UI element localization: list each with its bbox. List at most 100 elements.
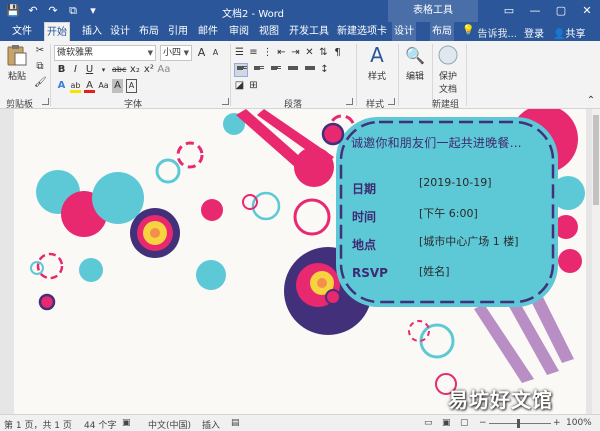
- line-spacing-icon[interactable]: ↕: [319, 63, 330, 77]
- tab-home[interactable]: 开始: [44, 22, 70, 41]
- tab-design[interactable]: 设计: [108, 22, 132, 41]
- language-indicator[interactable]: 中文(中国): [148, 418, 191, 431]
- invitation-heading[interactable]: 诚邀你和朋友们一起共进晚餐…: [351, 134, 522, 151]
- font-color-icon[interactable]: A: [84, 79, 95, 93]
- tab-table-layout[interactable]: 布局: [430, 22, 454, 41]
- vertical-scrollbar[interactable]: [592, 109, 600, 414]
- align-left-icon[interactable]: [234, 63, 248, 77]
- format-painter-icon[interactable]: 🖌: [34, 77, 47, 89]
- increase-indent-icon[interactable]: ⇥: [290, 46, 301, 60]
- tab-file[interactable]: 文件: [10, 22, 34, 41]
- insert-mode[interactable]: 插入: [202, 418, 220, 431]
- tab-review[interactable]: 审阅: [227, 22, 251, 41]
- tell-me-box[interactable]: 💡 告诉我...: [462, 25, 517, 40]
- collapse-ribbon-icon[interactable]: ⌃: [585, 95, 597, 107]
- character-border-icon[interactable]: A: [126, 79, 137, 93]
- ribbon-display-options-icon[interactable]: ▭: [496, 0, 522, 22]
- time-value[interactable]: [下午 6:00]: [419, 205, 478, 221]
- rsvp-label[interactable]: RSVP: [352, 266, 388, 280]
- copy-small-icon[interactable]: ⧉: [34, 61, 46, 73]
- tab-table-design[interactable]: 设计: [392, 22, 416, 41]
- undo-icon[interactable]: ↶: [24, 3, 42, 19]
- protect-document-button[interactable]: 保护 文档: [434, 43, 462, 95]
- redo-icon[interactable]: ↷: [44, 3, 62, 19]
- clear-format-icon[interactable]: Aa: [157, 63, 170, 77]
- document-page[interactable]: 诚邀你和朋友们一起共进晚餐… 日期 [2019-10-19] 时间 [下午 6:…: [14, 109, 586, 414]
- tab-developer[interactable]: 开发工具: [287, 22, 331, 41]
- login-link[interactable]: 登录: [524, 25, 544, 40]
- proofing-icon[interactable]: ▣: [122, 418, 131, 428]
- character-shading-icon[interactable]: A: [112, 79, 123, 93]
- location-value[interactable]: [城市中心广场 1 楼]: [419, 233, 519, 249]
- date-value[interactable]: [2019-10-19]: [419, 176, 492, 189]
- page-count[interactable]: 第 1 页，共 1 页: [4, 418, 72, 431]
- text-effects-icon[interactable]: A: [56, 79, 67, 93]
- grow-font-icon[interactable]: A: [196, 46, 207, 60]
- print-layout-icon[interactable]: ▣: [442, 418, 451, 428]
- strikethrough-icon[interactable]: abc: [112, 63, 126, 77]
- bullets-icon[interactable]: ☰: [234, 46, 245, 60]
- align-right-icon[interactable]: [268, 63, 282, 77]
- tab-mailings[interactable]: 邮件: [196, 22, 220, 41]
- styles-launcher-icon[interactable]: [388, 98, 395, 105]
- customize-qat-icon[interactable]: ▾: [84, 3, 102, 19]
- tab-references[interactable]: 引用: [166, 22, 190, 41]
- justify-icon[interactable]: [285, 63, 299, 77]
- tab-layout[interactable]: 布局: [137, 22, 161, 41]
- sort-icon[interactable]: ⇅: [318, 46, 329, 60]
- multilevel-list-icon[interactable]: ⋮: [262, 46, 273, 60]
- align-buttons-row: ↕: [234, 63, 330, 77]
- zoom-slider[interactable]: [489, 423, 551, 424]
- person-icon: 👤: [553, 29, 566, 40]
- paste-button[interactable]: 粘贴: [4, 43, 30, 82]
- highlight-icon[interactable]: ab: [70, 79, 81, 93]
- web-layout-icon[interactable]: ▢: [460, 418, 469, 428]
- read-mode-icon[interactable]: ▭: [424, 418, 433, 428]
- styles-button[interactable]: A 样式: [362, 43, 392, 82]
- zoom-in-button[interactable]: +: [553, 418, 561, 428]
- subscript-icon[interactable]: x₂: [129, 63, 140, 77]
- scrollbar-thumb[interactable]: [593, 115, 599, 205]
- bold-icon[interactable]: B: [56, 63, 67, 77]
- align-center-icon[interactable]: [251, 63, 265, 77]
- dropdown-icon[interactable]: ▾: [98, 63, 109, 77]
- font-size-select[interactable]: 小四 ▼: [160, 45, 192, 61]
- zoom-out-button[interactable]: −: [479, 418, 487, 428]
- font-name-select[interactable]: 微软雅黑 ▼: [54, 45, 156, 61]
- tab-insert[interactable]: 插入: [80, 22, 104, 41]
- maximize-icon[interactable]: ▢: [548, 0, 574, 22]
- superscript-icon[interactable]: x²: [143, 63, 154, 77]
- shrink-font-icon[interactable]: A: [210, 46, 221, 60]
- word-count[interactable]: 44 个字: [84, 418, 116, 431]
- chinese-layout-icon[interactable]: ✕: [304, 46, 315, 60]
- paragraph-shading-icon[interactable]: ◪: [234, 79, 245, 93]
- italic-icon[interactable]: I: [70, 63, 81, 77]
- time-label[interactable]: 时间: [352, 208, 376, 225]
- close-icon[interactable]: ✕: [574, 0, 600, 22]
- zoom-level[interactable]: 100%: [566, 418, 592, 428]
- share-button[interactable]: 👤共享: [553, 25, 585, 40]
- decrease-indent-icon[interactable]: ⇤: [276, 46, 287, 60]
- underline-icon[interactable]: U: [84, 63, 95, 77]
- cut-icon[interactable]: ✂: [34, 45, 46, 57]
- numbering-icon[interactable]: ≡: [248, 46, 259, 60]
- editing-button[interactable]: 🔍 编辑: [402, 43, 428, 83]
- location-label[interactable]: 地点: [352, 236, 376, 253]
- tab-new-tab[interactable]: 新建选项卡: [335, 22, 389, 41]
- copy-icon[interactable]: ⧉: [64, 3, 82, 19]
- paragraph-launcher-icon[interactable]: [346, 98, 353, 105]
- clipboard-launcher-icon[interactable]: [42, 98, 49, 105]
- show-marks-icon[interactable]: ¶: [332, 46, 343, 60]
- minimize-icon[interactable]: —: [522, 0, 548, 22]
- rsvp-value[interactable]: [姓名]: [419, 263, 450, 279]
- font-launcher-icon[interactable]: [222, 98, 229, 105]
- zoom-slider-thumb[interactable]: [517, 419, 520, 428]
- list-buttons-row: ☰ ≡ ⋮ ⇤ ⇥ ✕ ⇅ ¶: [234, 46, 343, 60]
- date-label[interactable]: 日期: [352, 180, 376, 197]
- borders-icon[interactable]: ⊞: [248, 79, 259, 93]
- save-icon[interactable]: 💾: [4, 3, 22, 19]
- distributed-icon[interactable]: [302, 63, 316, 77]
- macro-record-icon[interactable]: ▤: [231, 418, 240, 428]
- tab-view[interactable]: 视图: [257, 22, 281, 41]
- change-case-icon[interactable]: Aa: [98, 79, 109, 93]
